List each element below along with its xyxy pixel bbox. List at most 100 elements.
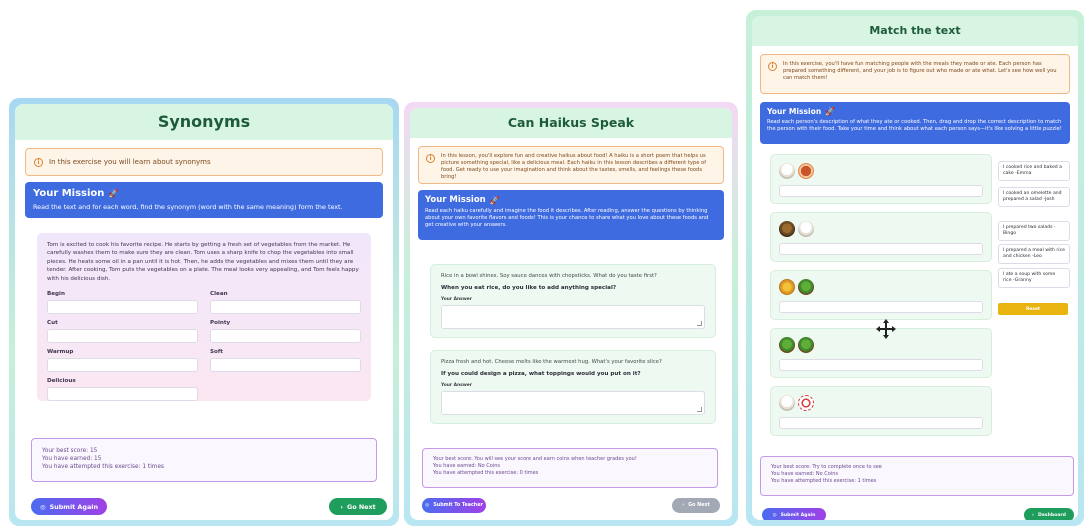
dashboard-button[interactable]: › Dashboard [1024,508,1074,520]
haiku-question-1: Rice in a bowl shines. Soy sauce dances … [430,264,716,338]
mission-text: Read each person's description of what t… [767,119,1062,132]
submit-again-button[interactable]: ◎ Submit Again [31,498,107,515]
synonyms-mission: Your Mission 🚀 Read the text and for eac… [25,182,383,218]
synonyms-info-text: In this exercise you will learn about sy… [49,158,211,166]
next-label: Go Next [688,503,710,508]
info-icon: i [34,158,43,167]
match-slot-2 [770,212,992,262]
dashboard-label: Dashboard [1037,512,1066,518]
attempts: You have attempted this exercise: 1 time… [42,464,165,470]
match-slot-3 [770,270,992,320]
rice-bowl-icon [779,395,795,411]
match-card: Match the text i In this exercise, you'l… [752,16,1078,520]
field-label: Soft [210,349,223,356]
move-cursor-icon [876,319,896,339]
mission-title-text: Your Mission [33,188,105,199]
rice-bowl-icon [798,221,814,237]
mission-title-text: Your Mission [767,107,822,116]
match-score-box: Your best score: Try to complete once to… [760,456,1074,496]
reset-button[interactable]: Reset [998,303,1068,315]
attempts: You have attempted this exercise: 0 time… [433,470,539,476]
match-slot-5 [770,386,992,436]
answer-textarea[interactable] [441,305,705,329]
field-label: Warmup [47,349,74,356]
haikus-mission: Your Mission 🚀 Read each haiku carefully… [418,190,724,240]
best-score: Your best score: You will see your score… [433,456,637,462]
go-next-button[interactable]: › Go Next [329,498,387,515]
soup-icon [779,221,795,237]
answer-textarea[interactable] [441,391,705,415]
info-icon: i [426,154,435,163]
reading-passage: Tom is excited to cook his favorite reci… [47,242,359,282]
draggable-option[interactable]: I cooked rice and baked a cake -Emma [998,161,1070,182]
drop-zone[interactable] [779,417,983,429]
rocket-icon: 🚀 [108,189,119,198]
draggable-option[interactable]: I prepared a meal with rice and chicken … [998,244,1070,265]
drop-zone[interactable] [779,185,983,197]
mission-title-text: Your Mission [425,195,486,205]
delicious-input[interactable] [47,387,198,402]
soft-input[interactable] [210,358,361,373]
draggable-option[interactable]: I ate a soup with some rice -Granny [998,268,1070,289]
submit-again-button[interactable]: ◎ Submit Again [762,508,826,520]
clean-input[interactable] [210,300,361,315]
match-info-box: i In this exercise, you'll have fun matc… [760,54,1070,94]
salad-icon [798,337,814,353]
rocket-icon: 🚀 [489,195,500,205]
draggable-option[interactable]: I cooked an omelette and prepared a sala… [998,187,1070,208]
answer-label: Your Answer [441,383,472,388]
warmup-input[interactable] [47,358,198,373]
attempts: You have attempted this exercise: 1 time… [771,478,877,484]
haiku-poem: Pizza fresh and hot. Cheese melts like t… [441,359,662,365]
synonyms-card: Synonyms i In this exercise you will lea… [15,104,393,520]
cake-icon [798,163,814,179]
mission-title: Your Mission 🚀 [767,107,1063,116]
haikus-card: Can Haikus Speak i In this lesson, you'l… [410,108,732,520]
field-cut: Cut [47,320,198,344]
drop-zone[interactable] [779,301,983,313]
cut-input[interactable] [47,329,198,344]
synonyms-reading-box: Tom is excited to cook his favorite reci… [37,233,371,402]
drop-zone[interactable] [779,243,983,255]
next-label: Go Next [346,502,376,511]
match-info-text: In this exercise, you'll have fun matchi… [783,61,1057,81]
salad-icon [798,279,814,295]
haikus-info-text: In this lesson, you'll explore fun and c… [441,153,707,180]
field-label: Begin [47,291,65,298]
draggable-option[interactable]: I prepared two salads -Bingo [998,221,1070,242]
synonyms-score-box: Your best score: 15 You have earned: 15 … [31,438,377,482]
chevron-right-icon: › [1032,512,1034,518]
drop-zone[interactable] [779,359,983,371]
field-label: Pointy [210,320,231,327]
haiku-question: If you could design a pizza, what toppin… [441,371,641,377]
rocket-icon: 🚀 [825,107,836,116]
pointy-input[interactable] [210,329,361,344]
submit-label: Submit Again [780,512,816,518]
haiku-question: When you eat rice, do you like to add an… [441,285,617,291]
haiku-question-2: Pizza fresh and hot. Cheese melts like t… [430,350,716,424]
food-images [779,393,983,413]
submit-to-teacher-button[interactable]: ◎ Submit To Teacher [422,498,486,513]
submit-label: Submit To Teacher [433,503,483,508]
field-begin: Begin [47,291,198,315]
stage: Synonyms i In this exercise you will lea… [0,0,1084,526]
mission-title: Your Mission 🚀 [33,188,375,199]
check-circle-icon: ◎ [425,503,430,508]
field-pointy: Pointy [210,320,361,344]
earned: You have earned: 15 [42,456,102,462]
haiku-poem: Rice in a bowl shines. Soy sauce dances … [441,273,657,279]
rice-bowl-icon [779,163,795,179]
submit-label: Submit Again [49,502,98,511]
synonyms-title: Synonyms [15,104,393,140]
go-next-button[interactable]: › Go Next [672,498,720,513]
match-title: Match the text [752,16,1078,46]
chevron-right-icon: › [682,503,685,508]
earned: You have earned: No Coins [771,471,838,477]
haikus-info-box: i In this lesson, you'll explore fun and… [418,146,724,184]
check-circle-icon: ◎ [772,512,777,518]
answer-label: Your Answer [441,297,472,302]
food-images [779,219,983,239]
earned: You have earned: No Coins [433,463,500,469]
synonyms-panel: Synonyms i In this exercise you will lea… [9,98,399,526]
begin-input[interactable] [47,300,198,315]
